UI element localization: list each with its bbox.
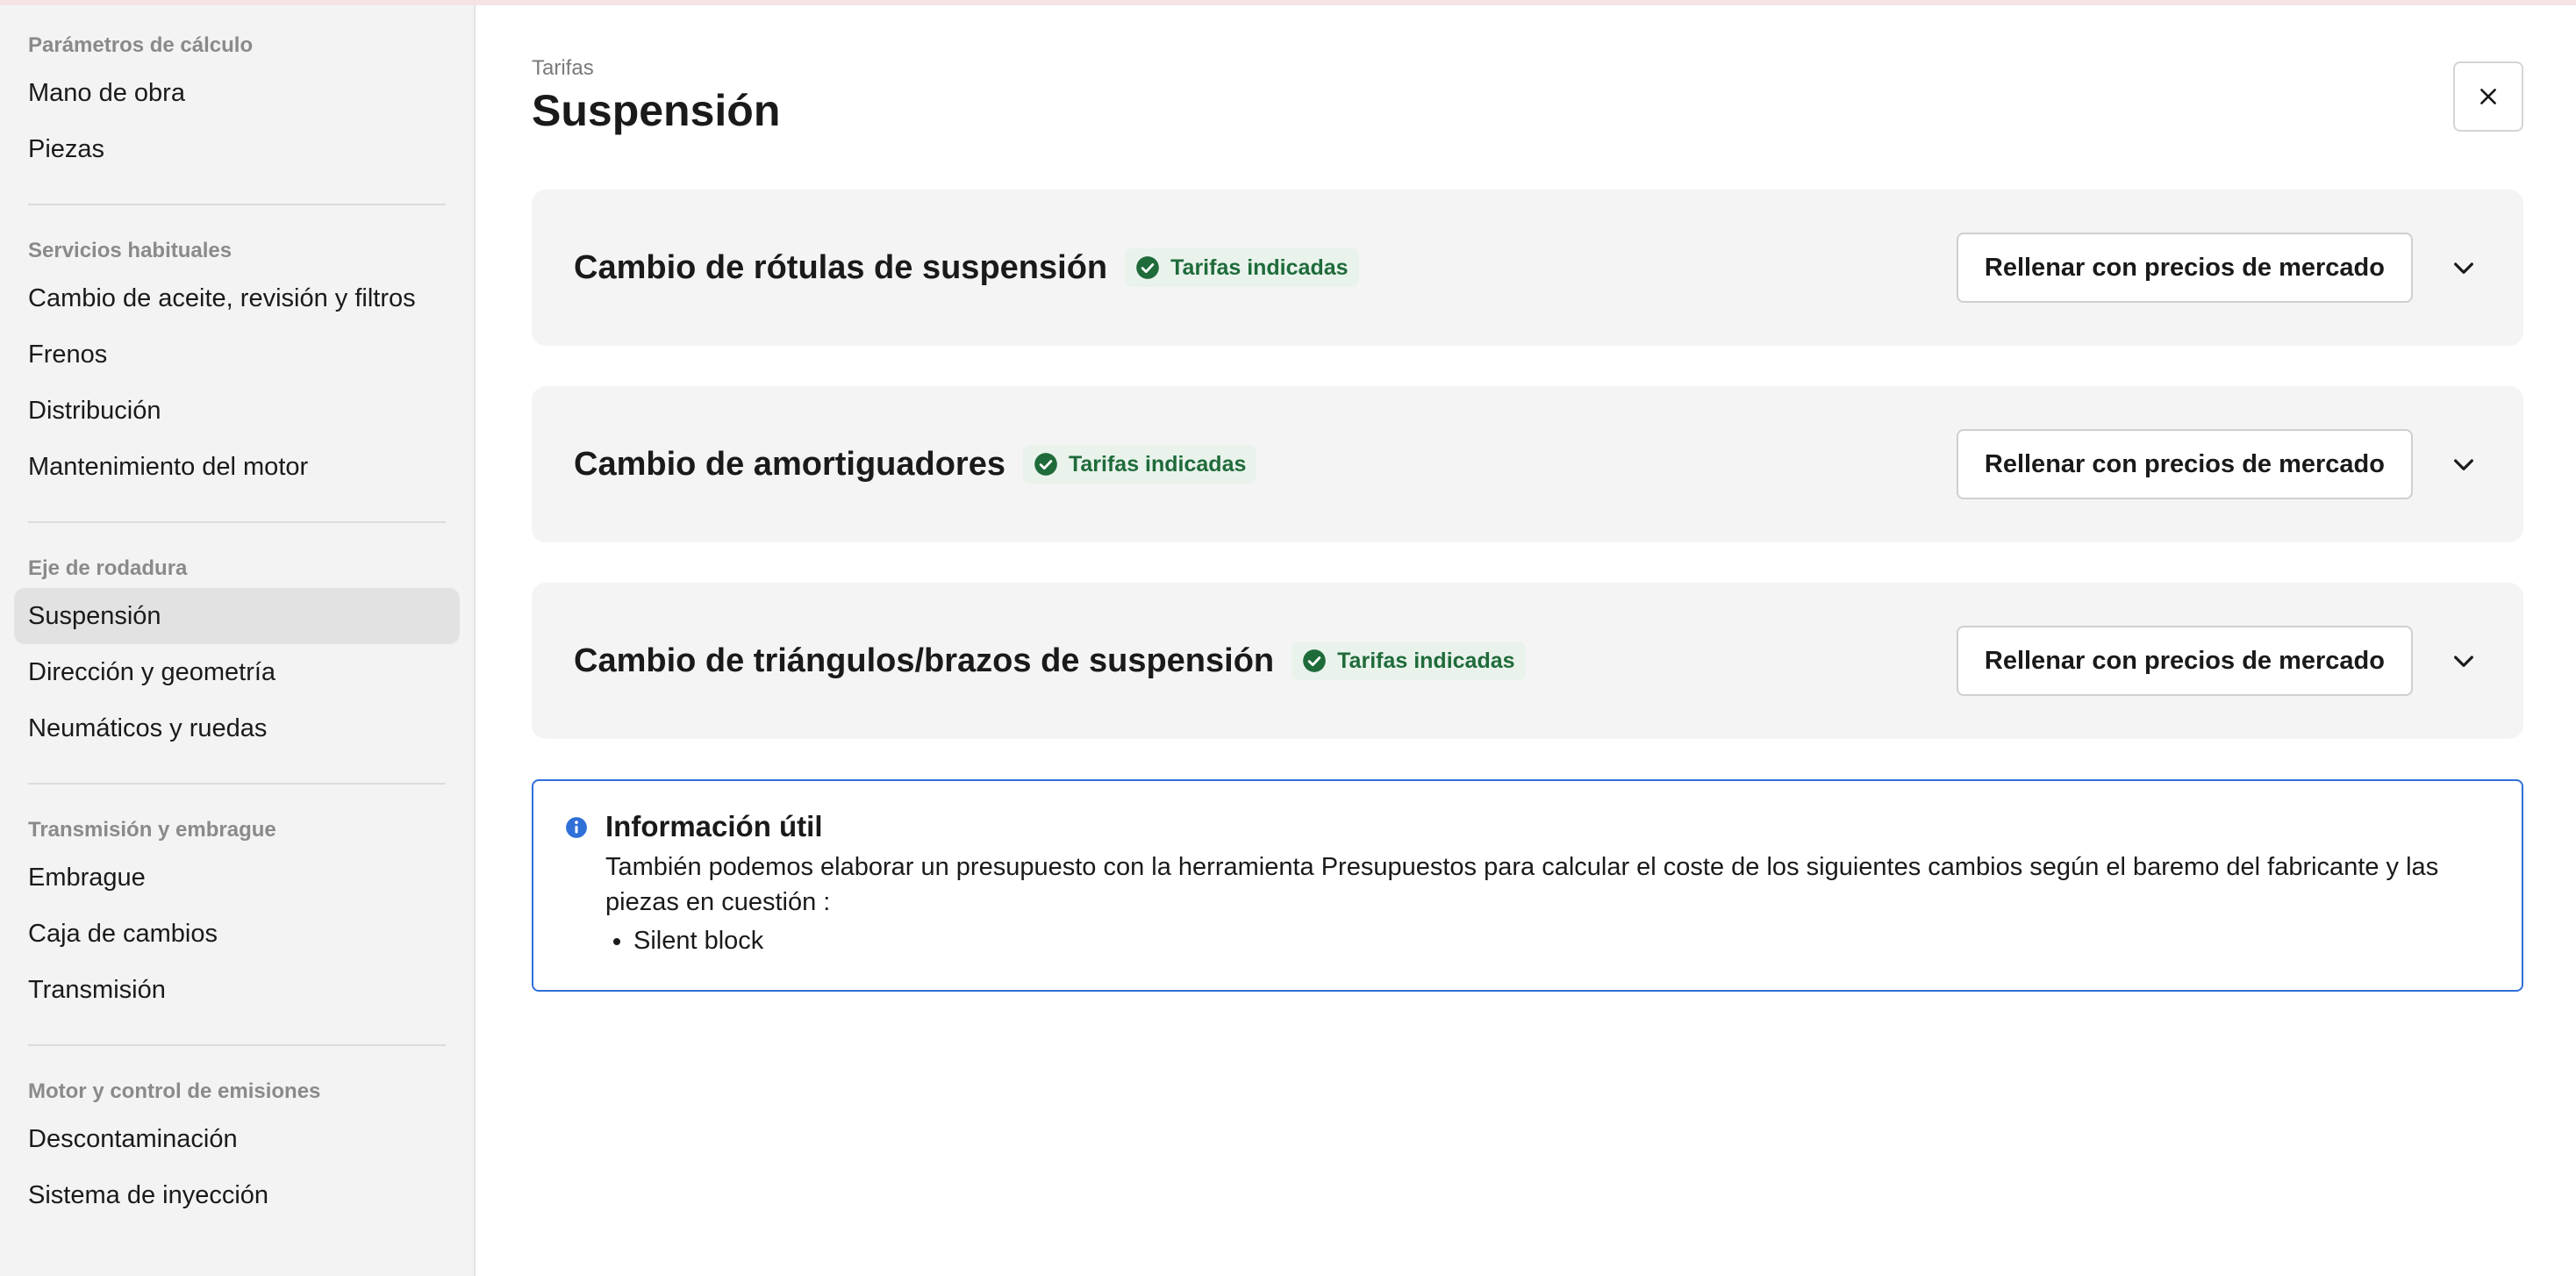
sidebar-item-mano-de-obra[interactable]: Mano de obra (14, 65, 460, 121)
sidebar-divider (28, 1044, 446, 1046)
status-badge: Tarifas indicadas (1125, 248, 1359, 287)
chevron-down-icon (2454, 262, 2473, 274)
sidebar-group-title: Eje de rodadura (28, 556, 188, 580)
fill-market-prices-button[interactable]: Rellenar con precios de mercado (1956, 429, 2413, 499)
sidebar-item-caja-cambios[interactable]: Caja de cambios (14, 906, 460, 962)
status-badge-label: Tarifas indicadas (1068, 451, 1247, 477)
section-card-amortiguadores[interactable]: Cambio de amortiguadores Tarifas indicad… (532, 386, 2523, 542)
sidebar-item-descontaminacion[interactable]: Descontaminación (14, 1111, 460, 1167)
sections-list: Cambio de rótulas de suspensión Tarifas … (532, 190, 2523, 739)
sidebar-item-cambio-aceite[interactable]: Cambio de aceite, revisión y filtros (14, 270, 460, 326)
expand-toggle[interactable] (2446, 250, 2481, 285)
sidebar-item-direccion[interactable]: Dirección y geometría (14, 644, 460, 700)
sidebar-group-motor: Motor y control de emisiones Descontamin… (14, 1072, 460, 1223)
sidebar-divider (28, 521, 446, 523)
check-circle-icon (1303, 649, 1326, 672)
sidebar-item-distribucion[interactable]: Distribución (14, 383, 460, 439)
section-title: Cambio de triángulos/brazos de suspensió… (574, 642, 1275, 679)
expand-toggle[interactable] (2446, 643, 2481, 678)
section-card-triangulos[interactable]: Cambio de triángulos/brazos de suspensió… (532, 583, 2523, 739)
sidebar-item-embrague[interactable]: Embrague (14, 849, 460, 906)
fill-market-prices-button[interactable]: Rellenar con precios de mercado (1956, 233, 2413, 303)
chevron-down-icon (2454, 459, 2473, 470)
sidebar-group-title: Motor y control de emisiones (28, 1079, 321, 1103)
sidebar-group-calculo: Parámetros de cálculo Mano de obra Pieza… (14, 26, 460, 177)
sidebar-group-title: Parámetros de cálculo (28, 33, 254, 57)
status-badge-label: Tarifas indicadas (1337, 648, 1515, 673)
expand-toggle[interactable] (2446, 447, 2481, 482)
sidebar-divider (28, 204, 446, 205)
sidebar-item-suspension[interactable]: Suspensión (14, 588, 460, 644)
check-circle-icon (1136, 256, 1159, 279)
sidebar-item-transmision[interactable]: Transmisión (14, 962, 460, 1018)
fill-market-prices-button[interactable]: Rellenar con precios de mercado (1956, 626, 2413, 696)
close-button[interactable] (2453, 61, 2523, 132)
sidebar-item-mantenimiento-motor[interactable]: Mantenimiento del motor (14, 439, 460, 495)
section-card-rotulas[interactable]: Cambio de rótulas de suspensión Tarifas … (532, 190, 2523, 346)
sidebar-group-servicios: Servicios habituales Cambio de aceite, r… (14, 232, 460, 495)
status-badge: Tarifas indicadas (1292, 642, 1526, 680)
sidebar-group-transmision: Transmisión y embrague Embrague Caja de … (14, 811, 460, 1018)
info-title: Información útil (605, 810, 823, 842)
info-text: También podemos elaborar un presupuesto … (605, 853, 2439, 916)
info-list: Silent block (605, 923, 2478, 958)
breadcrumb[interactable]: Tarifas (532, 54, 2523, 82)
sidebar-group-eje: Eje de rodadura Suspensión Dirección y g… (14, 549, 460, 756)
info-callout: Información útil También podemos elabora… (532, 779, 2523, 992)
sidebar-item-inyeccion[interactable]: Sistema de inyección (14, 1167, 460, 1223)
sidebar-divider (28, 783, 446, 785)
info-body: Información útil También podemos elabora… (605, 807, 2478, 958)
sidebar-item-frenos[interactable]: Frenos (14, 326, 460, 383)
chevron-down-icon (2454, 656, 2473, 667)
page-title: Suspensión (532, 86, 781, 135)
sidebar-group-title: Transmisión y embrague (28, 818, 276, 842)
section-title: Cambio de rótulas de suspensión (574, 248, 1108, 286)
main-panel: Tarifas Suspensión Cambio de rótulas de … (476, 5, 2576, 1276)
check-circle-icon (1034, 453, 1057, 476)
sidebar: Parámetros de cálculo Mano de obra Pieza… (0, 5, 476, 1276)
section-title: Cambio de amortiguadores (574, 445, 1005, 483)
app-window: Parámetros de cálculo Mano de obra Pieza… (0, 5, 2576, 1276)
status-badge: Tarifas indicadas (1022, 445, 1257, 484)
sidebar-item-neumaticos[interactable]: Neumáticos y ruedas (14, 700, 460, 756)
info-icon (566, 817, 587, 838)
close-icon (2480, 89, 2496, 104)
sidebar-group-title: Servicios habituales (28, 239, 233, 262)
status-badge-label: Tarifas indicadas (1170, 254, 1349, 280)
sidebar-item-piezas[interactable]: Piezas (14, 121, 460, 177)
list-item: Silent block (633, 923, 2478, 958)
